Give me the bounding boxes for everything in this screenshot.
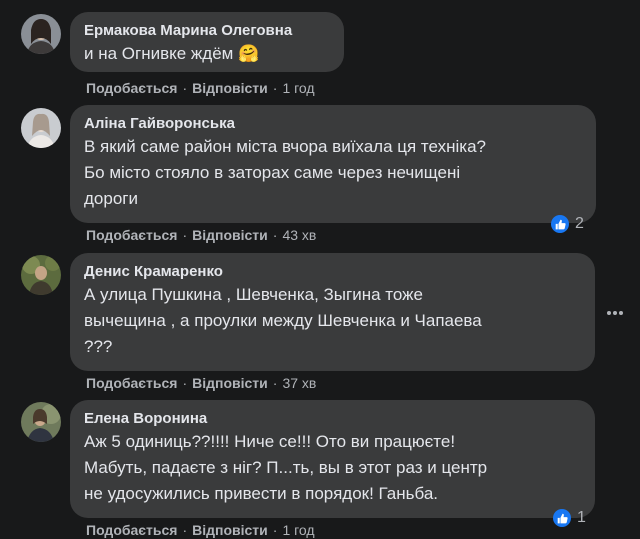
comment-text: А улица Пушкина , Шевченка, Зыгина тоже …	[84, 285, 482, 356]
separator-dot: ·	[182, 80, 188, 96]
comment-time[interactable]: 43 хв	[282, 227, 316, 243]
reply-link[interactable]: Відповісти	[192, 80, 268, 96]
comment-time[interactable]: 1 год	[282, 80, 314, 96]
thumbs-up-icon	[553, 509, 571, 527]
like-link[interactable]: Подобається	[86, 80, 177, 96]
like-link[interactable]: Подобається	[86, 227, 177, 243]
comment-text: и на Огнивке ждём 🤗	[84, 44, 260, 63]
comment-actions: Подобається · Відповісти · 37 хв	[86, 374, 316, 392]
comment-author[interactable]: Елена Воронина	[84, 409, 581, 429]
comment-bubble: Ермакова Марина Олеговна и на Огнивке жд…	[70, 12, 344, 72]
avatar[interactable]	[21, 255, 61, 295]
separator-dot: ·	[272, 522, 278, 538]
avatar[interactable]	[21, 14, 61, 54]
reply-link[interactable]: Відповісти	[192, 227, 268, 243]
comment-actions: Подобається · Відповісти · 1 год	[86, 521, 315, 539]
comment-item: Елена Воронина Аж 5 одиниць??!!!! Ниче с…	[0, 396, 640, 538]
comment-text: Аж 5 одиниць??!!!! Ниче се!!! Ото ви пра…	[84, 432, 488, 503]
comment-bubble: Елена Воронина Аж 5 одиниць??!!!! Ниче с…	[70, 400, 595, 518]
thumbs-up-icon	[551, 215, 569, 233]
separator-dot: ·	[182, 375, 188, 391]
reaction-count: 2	[575, 215, 584, 232]
comment-time[interactable]: 1 год	[282, 522, 314, 538]
reaction-summary[interactable]: 1	[553, 506, 586, 530]
comment-author[interactable]: Денис Крамаренко	[84, 262, 581, 282]
separator-dot: ·	[272, 227, 278, 243]
reaction-summary[interactable]: 2	[551, 212, 584, 236]
comment-time[interactable]: 37 хв	[282, 375, 316, 391]
comment-actions: Подобається · Відповісти · 43 хв	[86, 226, 316, 244]
separator-dot: ·	[182, 522, 188, 538]
comment-bubble: Денис Крамаренко А улица Пушкина , Шевче…	[70, 253, 595, 371]
comment-author[interactable]: Ермакова Марина Олеговна	[84, 21, 330, 41]
comment-actions: Подобається · Відповісти · 1 год	[86, 79, 315, 97]
like-link[interactable]: Подобається	[86, 522, 177, 538]
separator-dot: ·	[272, 80, 278, 96]
comment-bubble: Аліна Гайворонська В який саме район міс…	[70, 105, 596, 223]
like-link[interactable]: Подобається	[86, 375, 177, 391]
reply-link[interactable]: Відповісти	[192, 522, 268, 538]
comment-item: Аліна Гайворонська В який саме район міс…	[0, 100, 640, 248]
avatar[interactable]	[21, 402, 61, 442]
comment-item: Ермакова Марина Олеговна и на Огнивке жд…	[0, 0, 640, 100]
reaction-count: 1	[577, 509, 586, 526]
reply-link[interactable]: Відповісти	[192, 375, 268, 391]
comment-author[interactable]: Аліна Гайворонська	[84, 114, 582, 134]
comment-text: В який саме район міста вчора виїхала ця…	[84, 137, 486, 208]
more-options-icon[interactable]	[606, 304, 624, 322]
separator-dot: ·	[182, 227, 188, 243]
separator-dot: ·	[272, 375, 278, 391]
avatar[interactable]	[21, 108, 61, 148]
comment-item: Денис Крамаренко А улица Пушкина , Шевче…	[0, 248, 640, 396]
